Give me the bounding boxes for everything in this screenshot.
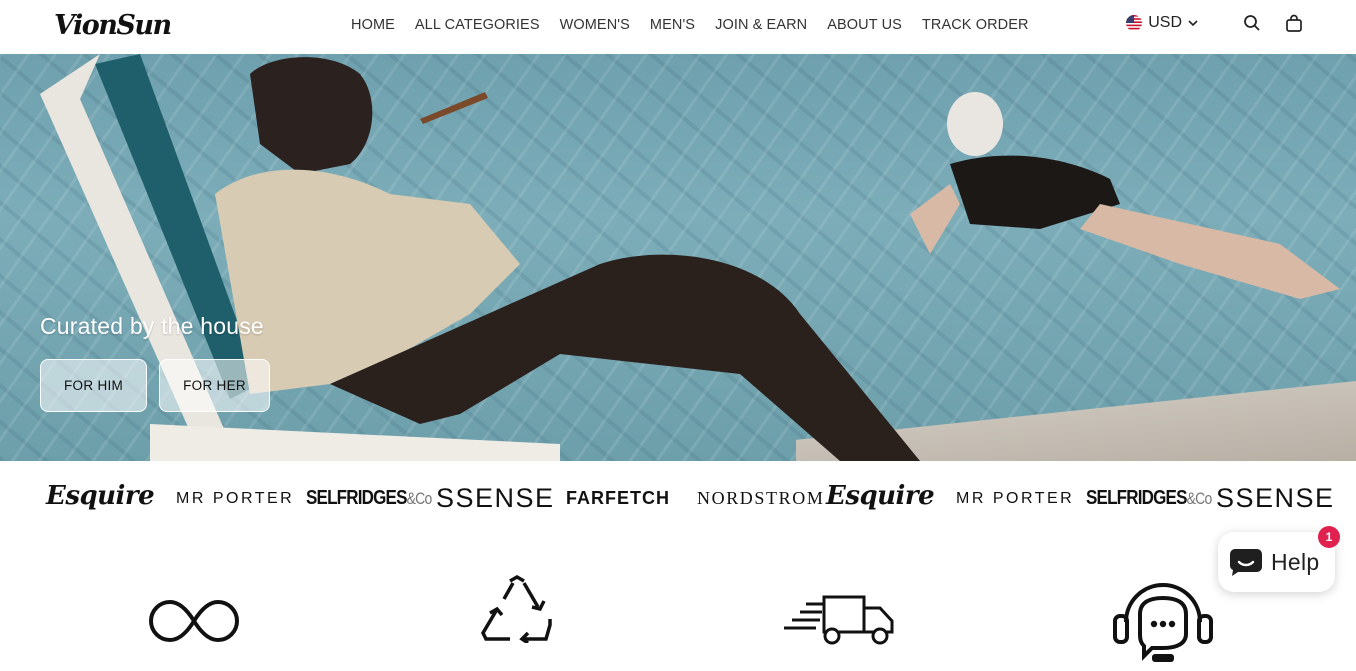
press-logo: SSENSE bbox=[436, 483, 555, 513]
header-actions: USD bbox=[1126, 13, 1304, 33]
chat-bubble-icon bbox=[1230, 548, 1262, 576]
shopping-bag-icon[interactable] bbox=[1284, 13, 1304, 33]
press-logo: NORDSTROM bbox=[697, 488, 825, 508]
main-nav: HOME ALL CATEGORIES WOMEN'S MEN'S JOIN &… bbox=[341, 17, 1039, 33]
currency-label: USD bbox=[1148, 14, 1182, 31]
press-logo: FARFETCH bbox=[566, 488, 670, 508]
site-header: VionSun HOME ALL CATEGORIES WOMEN'S MEN'… bbox=[0, 0, 1356, 54]
nav-all-categories[interactable]: ALL CATEGORIES bbox=[405, 17, 550, 33]
for-her-button[interactable]: FOR HER bbox=[159, 359, 270, 412]
press-logo-name: SELFRIDGES bbox=[1086, 486, 1187, 509]
press-logo: MR PORTER bbox=[176, 490, 295, 507]
press-logo: MR PORTER bbox=[956, 490, 1075, 507]
nav-home[interactable]: HOME bbox=[341, 17, 405, 33]
press-logo: Esquire bbox=[46, 481, 155, 511]
press-logo: Esquire bbox=[826, 481, 935, 511]
chevron-down-icon bbox=[1188, 20, 1198, 27]
press-logo-suffix: &Co bbox=[406, 488, 433, 508]
press-logo-suffix: &Co bbox=[1186, 488, 1213, 508]
nav-about-us[interactable]: ABOUT US bbox=[817, 17, 912, 33]
customer-support-icon bbox=[1113, 583, 1213, 662]
nav-womens[interactable]: WOMEN'S bbox=[550, 17, 640, 33]
press-logo: SELFRIDGES&Co bbox=[306, 486, 433, 510]
delivery-truck-icon bbox=[784, 595, 894, 645]
search-icon[interactable] bbox=[1242, 13, 1262, 33]
hero-buttons: FOR HIM FOR HER bbox=[40, 359, 270, 412]
us-flag-icon bbox=[1126, 15, 1143, 31]
for-him-button[interactable]: FOR HIM bbox=[40, 359, 148, 412]
recycle-icon bbox=[481, 575, 552, 643]
press-logo-name: SELFRIDGES bbox=[306, 486, 407, 509]
nav-track-order[interactable]: TRACK ORDER bbox=[912, 17, 1039, 33]
infinity-icon bbox=[149, 599, 239, 643]
press-logo: SELFRIDGES&Co bbox=[1086, 486, 1213, 510]
press-logos-strip: Esquire MR PORTER SELFRIDGES&Co SSENSE F… bbox=[0, 461, 1356, 535]
help-label: Help bbox=[1271, 548, 1320, 575]
notification-badge: 1 bbox=[1318, 526, 1340, 548]
hero-banner: Curated by the house FOR HIM FOR HER bbox=[0, 54, 1356, 461]
site-logo[interactable]: VionSun bbox=[54, 10, 172, 41]
hero-caption: Curated by the house bbox=[40, 313, 264, 339]
currency-selector[interactable]: USD bbox=[1126, 14, 1198, 32]
press-logo: SSENSE bbox=[1216, 483, 1335, 513]
help-chat-button[interactable]: Help bbox=[1218, 532, 1335, 592]
nav-join-earn[interactable]: JOIN & EARN bbox=[705, 17, 817, 33]
nav-mens[interactable]: MEN'S bbox=[640, 17, 705, 33]
